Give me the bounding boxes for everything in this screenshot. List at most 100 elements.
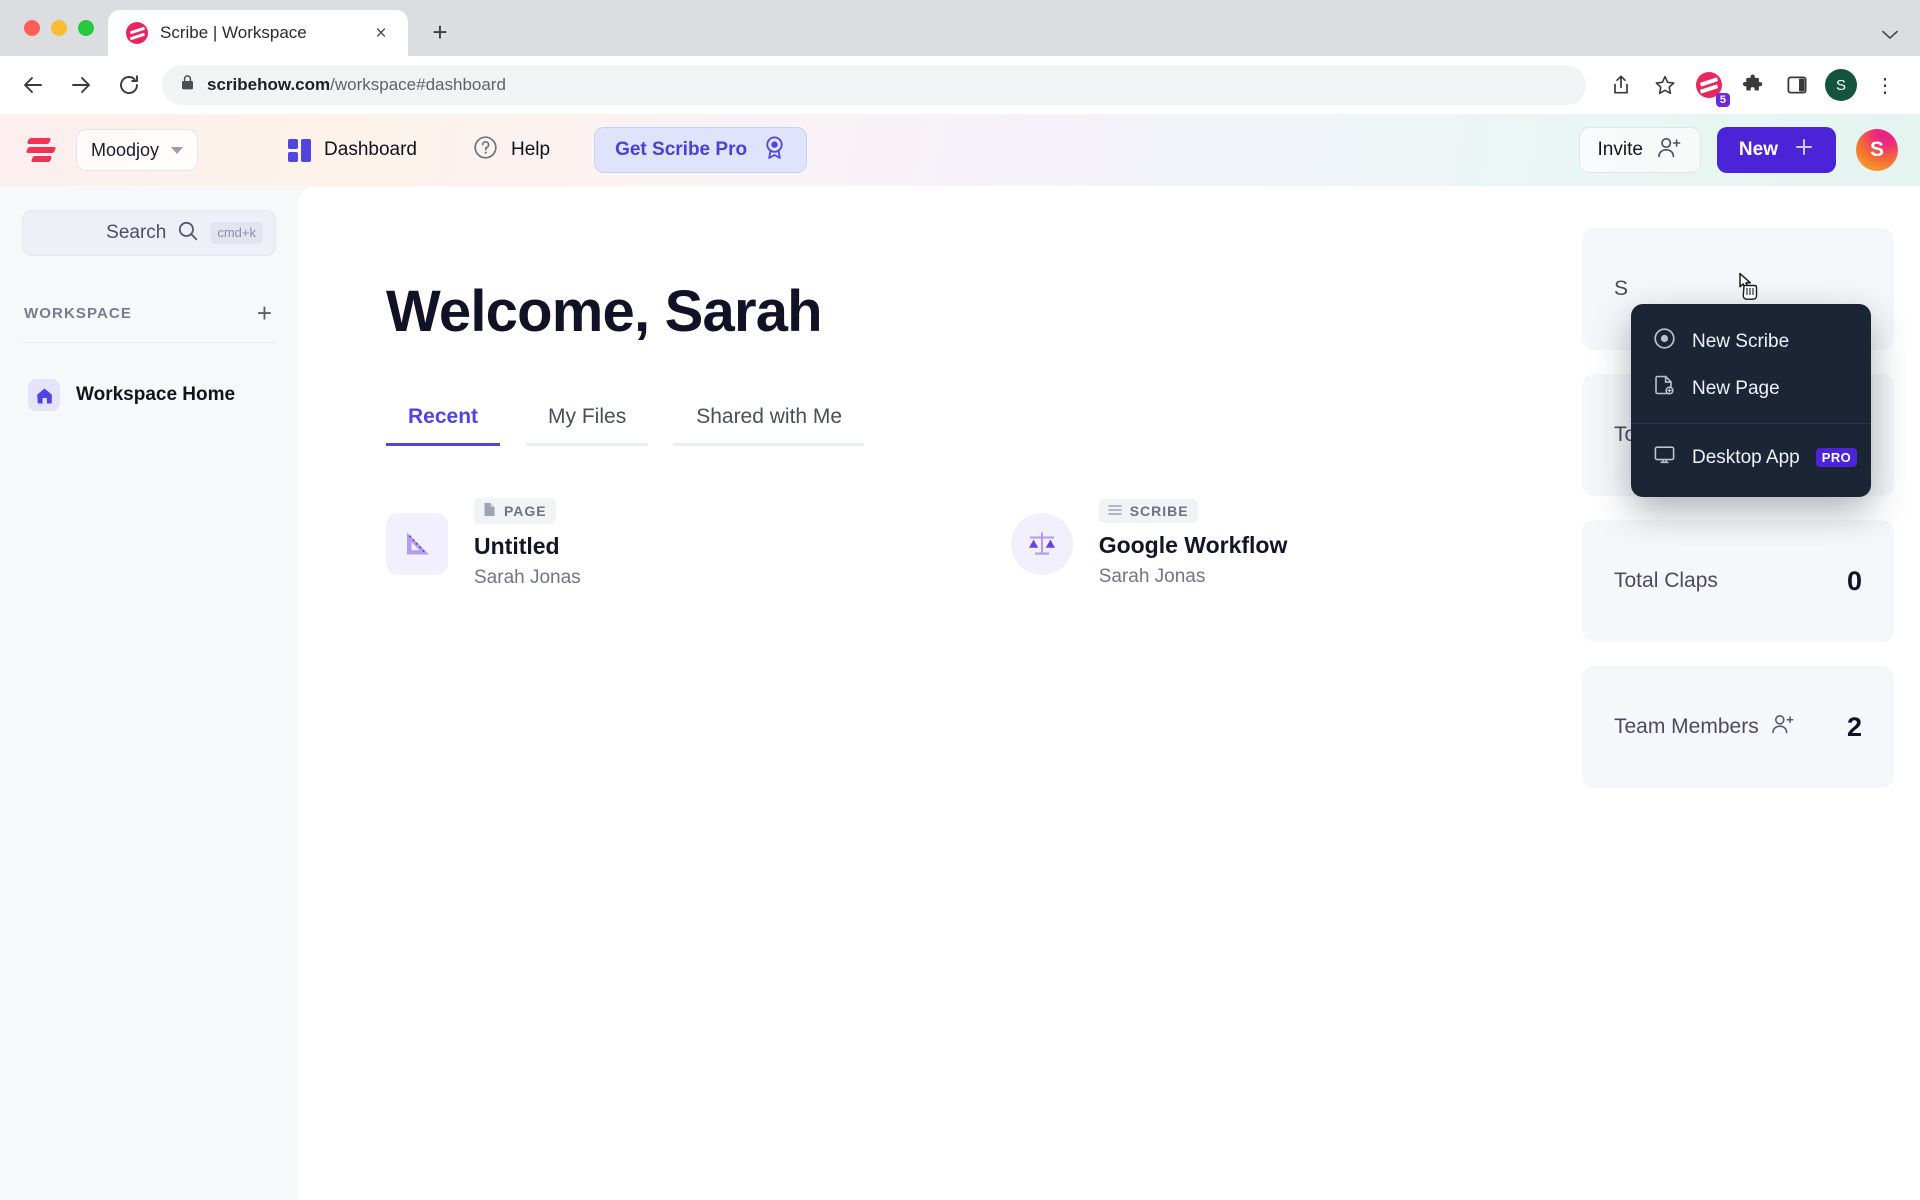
- browser-profile-avatar[interactable]: S: [1822, 66, 1860, 104]
- extension-badge-count: 5: [1716, 93, 1730, 107]
- stat-label: Team Members: [1614, 715, 1759, 739]
- menu-divider: [1631, 423, 1871, 424]
- card-badge-row: PAGE: [474, 498, 581, 524]
- scribe-logo-icon[interactable]: [24, 135, 58, 165]
- stat-card-total-claps[interactable]: Total Claps 0: [1582, 520, 1894, 642]
- url-domain: scribehow.com: [207, 75, 330, 94]
- get-scribe-pro-button[interactable]: Get Scribe Pro: [594, 127, 807, 173]
- ruler-icon: [400, 527, 434, 561]
- tab-gap-2: [648, 405, 674, 446]
- tab-my-files[interactable]: My Files: [526, 405, 648, 446]
- list-item[interactable]: SCRIBE Google Workflow Sarah Jonas: [1011, 498, 1288, 589]
- monitor-icon: [1653, 443, 1676, 472]
- nav-dashboard-label: Dashboard: [324, 139, 417, 161]
- type-badge: PAGE: [474, 498, 556, 524]
- invite-label: Invite: [1598, 139, 1643, 161]
- search-label: Search: [106, 222, 166, 244]
- maximize-window-button[interactable]: [78, 20, 94, 36]
- browser-window: Scribe | Workspace × + scribehow.com/wor…: [0, 0, 1920, 1200]
- scribe-thumbnail: [1011, 513, 1073, 575]
- user-avatar[interactable]: S: [1856, 129, 1898, 171]
- scribe-app: Moodjoy Dashboard Help Get Scribe Pro: [0, 114, 1920, 1200]
- close-tab-icon[interactable]: ×: [368, 20, 394, 46]
- invite-button[interactable]: Invite: [1579, 127, 1701, 173]
- back-button[interactable]: [12, 64, 54, 106]
- page-thumbnail: [386, 513, 448, 575]
- document-icon: [483, 502, 496, 520]
- stat-label: Total Claps: [1614, 569, 1847, 593]
- type-badge: SCRIBE: [1099, 499, 1198, 523]
- tab-shared-with-me[interactable]: Shared with Me: [674, 405, 864, 446]
- menu-item-new-page[interactable]: New Page: [1631, 365, 1871, 412]
- side-panel-icon[interactable]: [1778, 66, 1816, 104]
- address-bar[interactable]: scribehow.com/workspace#dashboard: [162, 65, 1586, 105]
- card-text: SCRIBE Google Workflow Sarah Jonas: [1099, 499, 1288, 588]
- add-workspace-item-button[interactable]: +: [257, 300, 272, 326]
- sidebar-item-label: Workspace Home: [76, 384, 235, 406]
- pro-badge: PRO: [1816, 448, 1857, 468]
- card-badge-row: SCRIBE: [1099, 499, 1288, 523]
- menu-item-label: New Scribe: [1692, 331, 1789, 353]
- home-icon: [28, 379, 60, 411]
- card-title: Google Workflow: [1099, 532, 1288, 559]
- new-button[interactable]: New: [1717, 127, 1836, 173]
- card-text: PAGE Untitled Sarah Jonas: [474, 498, 581, 589]
- browser-tabstrip: Scribe | Workspace × +: [0, 0, 1920, 56]
- record-icon: [1653, 327, 1676, 356]
- browser-menu-icon[interactable]: ⋮: [1866, 66, 1904, 104]
- person-add-icon: [1657, 136, 1682, 165]
- menu-item-new-scribe[interactable]: New Scribe: [1631, 318, 1871, 365]
- stat-value: 2: [1847, 712, 1862, 743]
- window-traffic-lights: [18, 0, 108, 56]
- page-plus-icon: [1653, 374, 1676, 403]
- menu-item-label: Desktop App: [1692, 447, 1800, 469]
- browser-tab[interactable]: Scribe | Workspace ×: [108, 10, 408, 56]
- left-sidebar: Search cmd+k WORKSPACE + Workspace Home: [0, 186, 298, 1200]
- app-header: Moodjoy Dashboard Help Get Scribe Pro: [0, 114, 1920, 186]
- close-window-button[interactable]: [24, 20, 40, 36]
- minimize-window-button[interactable]: [51, 20, 67, 36]
- workspace-switcher[interactable]: Moodjoy: [76, 129, 198, 171]
- profile-initial: S: [1825, 69, 1857, 101]
- workspace-section-header: WORKSPACE +: [22, 300, 276, 343]
- nav-help[interactable]: Help: [461, 127, 562, 174]
- lock-icon: [180, 74, 195, 96]
- new-menu-dropdown: New Scribe New Page Desktop App PRO: [1631, 304, 1871, 497]
- bookmark-star-icon[interactable]: [1646, 66, 1684, 104]
- stat-label-wrap: Team Members: [1614, 713, 1847, 741]
- menu-item-desktop-app[interactable]: Desktop App PRO: [1631, 434, 1871, 481]
- plus-icon: [1794, 137, 1814, 163]
- stat-value: 0: [1847, 566, 1862, 597]
- list-item[interactable]: PAGE Untitled Sarah Jonas: [386, 498, 581, 589]
- person-add-icon: [1771, 713, 1795, 741]
- new-tab-button[interactable]: +: [420, 12, 460, 52]
- stat-card-team-members[interactable]: Team Members 2: [1582, 666, 1894, 788]
- help-question-icon: [473, 135, 498, 166]
- card-author: Sarah Jonas: [474, 567, 581, 589]
- nav-help-label: Help: [511, 139, 550, 161]
- type-badge-label: SCRIBE: [1130, 503, 1189, 519]
- search-shortcut-badge: cmd+k: [210, 222, 263, 244]
- tab-title: Scribe | Workspace: [160, 23, 356, 43]
- share-icon[interactable]: [1602, 66, 1640, 104]
- url-text: scribehow.com/workspace#dashboard: [207, 75, 506, 95]
- award-ribbon-icon: [763, 135, 786, 166]
- browser-toolbar: scribehow.com/workspace#dashboard 5 S ⋮: [0, 56, 1920, 114]
- search-input[interactable]: Search cmd+k: [22, 210, 276, 256]
- extensions-puzzle-icon[interactable]: [1734, 66, 1772, 104]
- nav-dashboard[interactable]: Dashboard: [276, 131, 429, 170]
- forward-button[interactable]: [60, 64, 102, 106]
- stat-label: S: [1614, 277, 1862, 301]
- card-author: Sarah Jonas: [1099, 566, 1288, 588]
- card-title: Untitled: [474, 533, 581, 560]
- workspace-name: Moodjoy: [91, 140, 159, 161]
- scribe-extension-icon[interactable]: 5: [1690, 66, 1728, 104]
- get-scribe-pro-label: Get Scribe Pro: [615, 139, 747, 161]
- url-path: /workspace#dashboard: [330, 75, 506, 94]
- sidebar-item-workspace-home[interactable]: Workspace Home: [22, 367, 276, 423]
- reload-button[interactable]: [108, 64, 150, 106]
- type-badge-label: PAGE: [504, 503, 547, 519]
- tab-list-chevron-down-icon[interactable]: [1882, 27, 1898, 44]
- tab-recent[interactable]: Recent: [386, 405, 500, 446]
- chevron-down-icon: [171, 147, 183, 154]
